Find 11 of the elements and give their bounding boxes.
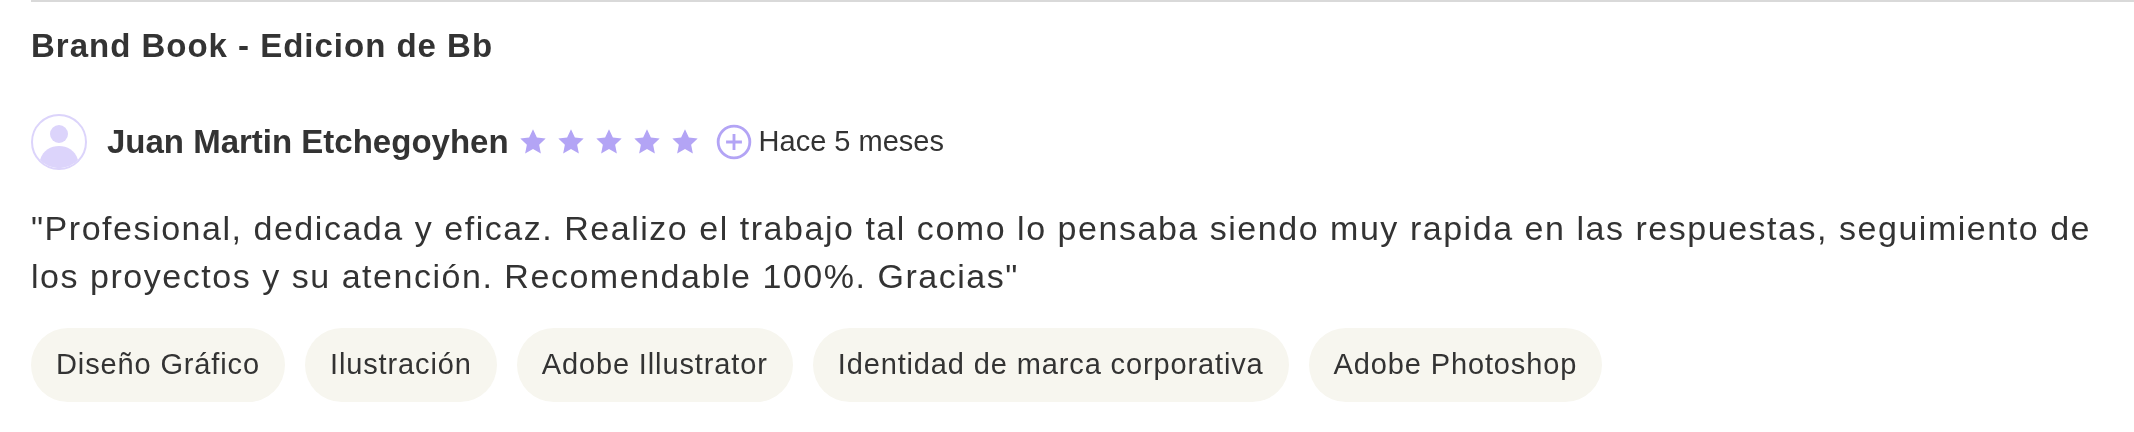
review-text: "Profesional, dedicada y eficaz. Realizo el trabajo tal como lo pensaba siendo muy rapida en las respuestas, seguimiento de los proyectos y su atención. Recomendable 100%. Gracias" <box>31 208 2093 297</box>
skill-tag: Identidad de marca corporativa <box>812 328 1289 402</box>
skill-tag: Diseño Gráfico <box>31 328 285 402</box>
skill-tag: Ilustración <box>305 328 497 402</box>
review-time: Hace 5 meses <box>758 124 944 160</box>
skill-tag: Adobe Photoshop <box>1308 328 1603 402</box>
skill-tag: Adobe Illustrator <box>516 328 793 402</box>
avatar-icon <box>31 114 87 170</box>
project-title: Brand Book - Edicion de Bb <box>31 26 495 66</box>
reviewer-name: Juan Martin Etchegoyhen <box>107 122 509 163</box>
plus-circle-icon[interactable] <box>714 123 753 161</box>
